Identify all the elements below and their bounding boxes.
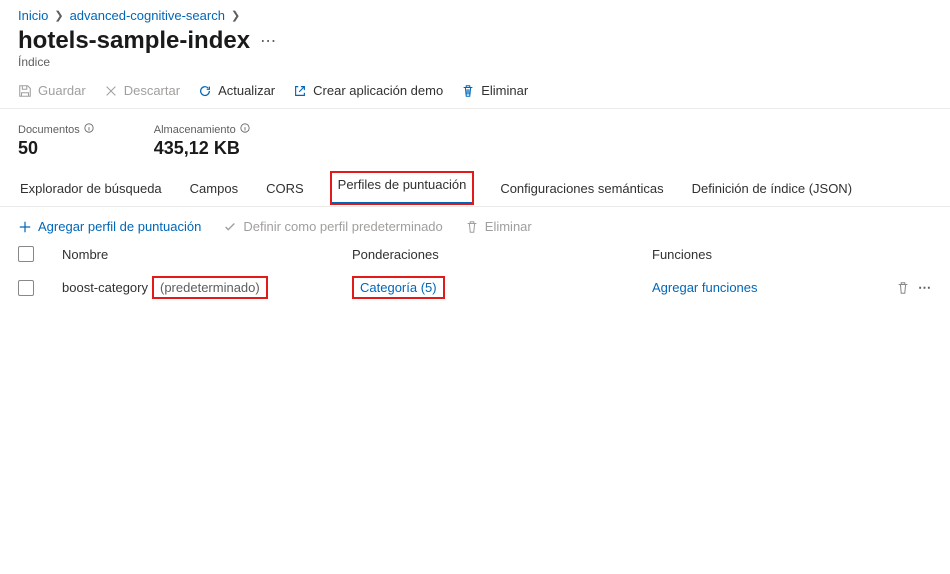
delete-profile-button: Eliminar [465,219,532,234]
col-weights: Ponderaciones [352,247,652,262]
discard-button: Descartar [104,83,180,98]
info-icon[interactable] [84,123,94,136]
delete-profile-label: Eliminar [485,219,532,234]
add-functions-link[interactable]: Agregar funciones [652,280,758,295]
add-scoring-profile-button[interactable]: Agregar perfil de puntuación [18,219,201,234]
chevron-right-icon: ❯ [231,9,240,22]
refresh-icon [198,84,212,98]
profile-weights-cell: Categoría (5) [352,276,652,299]
save-icon [18,84,32,98]
profile-functions-cell: Agregar funciones [652,280,872,295]
check-icon [223,220,237,234]
table-header: Nombre Ponderaciones Funciones [0,244,950,270]
plus-icon [18,220,32,234]
profile-name: boost-category [62,280,148,295]
delete-row-icon[interactable] [896,281,910,295]
refresh-button[interactable]: Actualizar [198,83,275,98]
info-icon[interactable] [240,123,250,136]
tab-semantic-configs[interactable]: Configuraciones semánticas [498,173,665,206]
command-bar: Guardar Descartar Actualizar Crear aplic… [0,77,950,109]
save-label: Guardar [38,83,86,98]
tab-cors[interactable]: CORS [264,173,306,206]
page-title: hotels-sample-index [18,27,250,55]
stat-storage-value: 435,12 KB [154,138,250,159]
stats-row: Documentos 50 Almacenamiento 435,12 KB [0,109,950,171]
stat-documents-label: Documentos [18,124,80,136]
breadcrumb: Inicio ❯ advanced-cognitive-search ❯ [0,0,950,25]
weight-link[interactable]: Categoría (5) [360,280,437,295]
col-functions: Funciones [652,247,872,262]
tab-search-explorer[interactable]: Explorador de búsqueda [18,173,164,206]
delete-icon [465,220,479,234]
col-name: Nombre [62,247,352,262]
scoring-profiles-table: Nombre Ponderaciones Funciones boost-cat… [0,244,950,305]
stat-storage-label: Almacenamiento [154,124,236,136]
external-link-icon [293,84,307,98]
stat-documents-value: 50 [18,138,94,159]
more-actions-icon[interactable]: ⋯ [260,31,277,51]
page-subtitle: Índice [0,55,950,77]
row-more-icon[interactable]: ⋯ [918,280,932,296]
delete-button[interactable]: Eliminar [461,83,528,98]
add-scoring-profile-label: Agregar perfil de puntuación [38,219,201,234]
save-button: Guardar [18,83,86,98]
profile-name-cell: boost-category (predeterminado) [62,276,352,299]
refresh-label: Actualizar [218,83,275,98]
tab-scoring-profiles[interactable]: Perfiles de puntuación [330,171,475,205]
chevron-right-icon: ❯ [54,9,63,22]
breadcrumb-home[interactable]: Inicio [18,8,48,23]
delete-label: Eliminar [481,83,528,98]
create-demo-label: Crear aplicación demo [313,83,443,98]
scoring-toolbar: Agregar perfil de puntuación Definir com… [0,207,950,244]
discard-label: Descartar [124,83,180,98]
row-checkbox[interactable] [18,280,34,296]
select-all-checkbox[interactable] [18,246,34,262]
default-tag: (predeterminado) [160,280,260,295]
tab-index-definition-json[interactable]: Definición de índice (JSON) [690,173,854,206]
stat-documents: Documentos 50 [18,123,94,159]
discard-icon [104,84,118,98]
stat-storage: Almacenamiento 435,12 KB [154,123,250,159]
table-row: boost-category (predeterminado) Categorí… [0,270,950,305]
create-demo-button[interactable]: Crear aplicación demo [293,83,443,98]
set-default-profile-label: Definir como perfil predeterminado [243,219,442,234]
delete-icon [461,84,475,98]
breadcrumb-resource[interactable]: advanced-cognitive-search [70,8,225,23]
set-default-profile-button: Definir como perfil predeterminado [223,219,442,234]
tab-bar: Explorador de búsqueda Campos CORS Perfi… [0,171,950,207]
tab-fields[interactable]: Campos [188,173,240,206]
